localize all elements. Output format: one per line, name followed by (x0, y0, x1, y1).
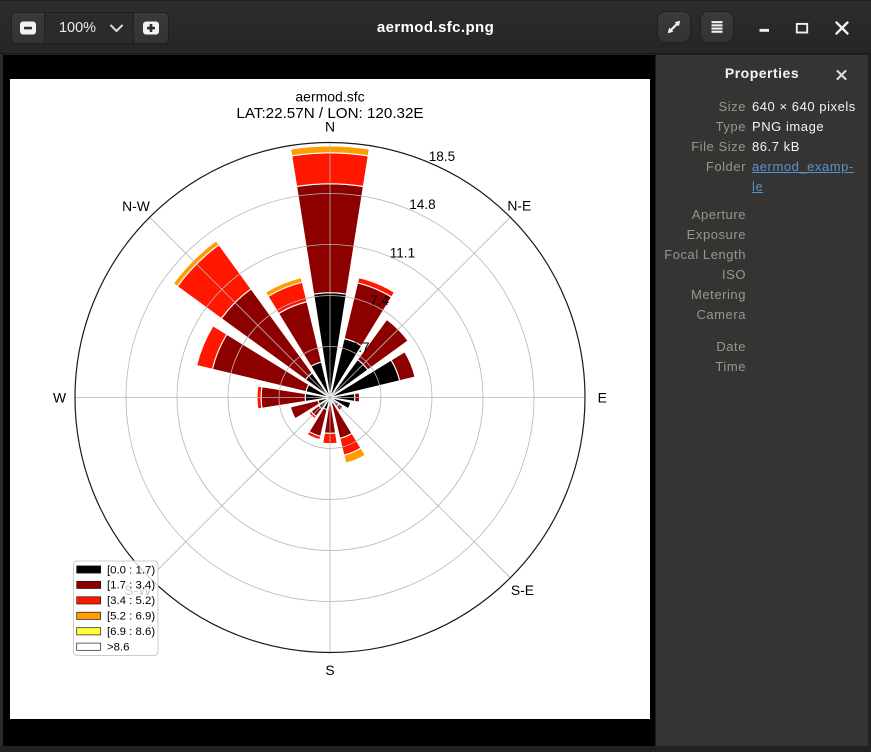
svg-text:[5.2 : 6.9): [5.2 : 6.9) (107, 611, 155, 623)
svg-text:7.4: 7.4 (370, 293, 389, 308)
svg-text:[1.7 : 3.4): [1.7 : 3.4) (107, 580, 155, 592)
svg-text:[0.0 : 1.7): [0.0 : 1.7) (107, 564, 155, 576)
svg-text:N-W: N-W (122, 198, 151, 214)
svg-text:>8.6: >8.6 (107, 642, 130, 654)
svg-text:S-E: S-E (511, 582, 534, 598)
svg-text:aermod.sfc: aermod.sfc (295, 89, 364, 105)
svg-text:N-E: N-E (507, 198, 531, 214)
svg-text:LAT:22.57N / LON: 120.32E: LAT:22.57N / LON: 120.32E (236, 105, 423, 122)
svg-text:3.7: 3.7 (351, 340, 370, 355)
svg-text:S: S (325, 662, 334, 678)
svg-text:[3.4 : 5.2): [3.4 : 5.2) (107, 595, 155, 607)
svg-text:18.5: 18.5 (429, 149, 455, 164)
svg-text:E: E (598, 389, 607, 405)
svg-text:11.1: 11.1 (390, 246, 415, 261)
svg-text:14.8: 14.8 (409, 197, 435, 212)
svg-text:W: W (53, 389, 67, 405)
svg-text:[6.9 : 8.6): [6.9 : 8.6) (107, 626, 155, 638)
